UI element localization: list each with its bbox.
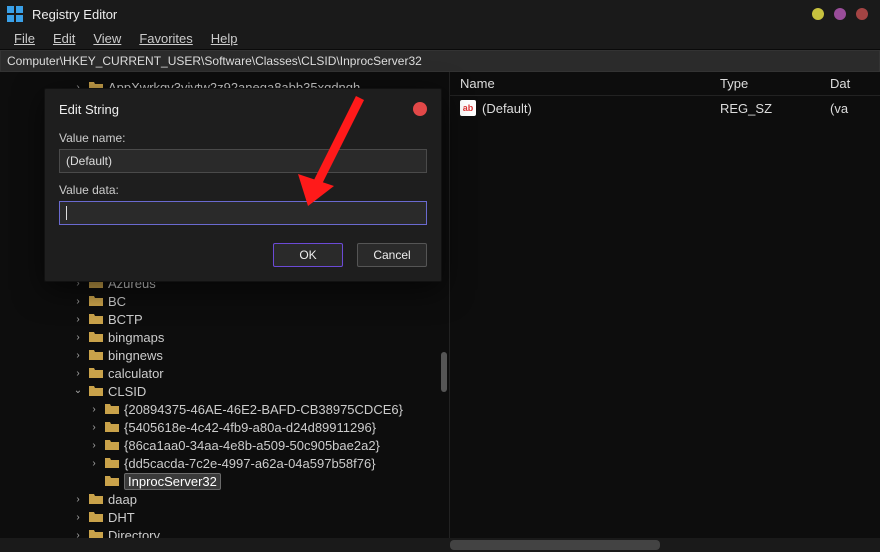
text-cursor xyxy=(66,206,67,220)
menu-favorites[interactable]: Favorites xyxy=(131,29,200,48)
col-header-type[interactable]: Type xyxy=(710,76,820,91)
tree-item-inprocserver32[interactable]: InprocServer32 xyxy=(4,472,445,490)
menu-file[interactable]: File xyxy=(6,29,43,48)
folder-icon xyxy=(88,510,104,524)
chevron-right-icon: › xyxy=(72,368,84,379)
folder-icon xyxy=(88,366,104,380)
value-type: REG_SZ xyxy=(710,101,820,116)
folder-icon xyxy=(104,474,120,488)
chevron-right-icon: › xyxy=(72,512,84,523)
address-bar[interactable]: Computer\HKEY_CURRENT_USER\Software\Clas… xyxy=(0,50,880,72)
tree-item[interactable]: ›{20894375-46AE-46E2-BAFD-CB38975CDCE6} xyxy=(4,400,445,418)
values-header: Name Type Dat xyxy=(450,72,880,96)
ok-button[interactable]: OK xyxy=(273,243,343,267)
titlebar: Registry Editor xyxy=(0,0,880,28)
folder-icon xyxy=(104,420,120,434)
edit-string-dialog: Edit String Value name: Value data: OK C… xyxy=(44,88,442,282)
tree-item[interactable]: ›BCTP xyxy=(4,310,445,328)
chevron-right-icon: › xyxy=(88,404,100,415)
value-row[interactable]: ab (Default) REG_SZ (va xyxy=(450,96,880,120)
folder-icon xyxy=(104,402,120,416)
folder-icon xyxy=(104,456,120,470)
chevron-right-icon: › xyxy=(72,494,84,505)
tree-item[interactable]: ›{5405618e-4c42-4fb9-a80a-d24d89911296} xyxy=(4,418,445,436)
maximize-button[interactable] xyxy=(834,8,846,20)
tree-item[interactable]: ›daap xyxy=(4,490,445,508)
scrollbar-thumb[interactable] xyxy=(441,352,447,392)
folder-icon xyxy=(88,330,104,344)
col-header-name[interactable]: Name xyxy=(450,76,710,91)
chevron-right-icon: › xyxy=(88,440,100,451)
menu-view[interactable]: View xyxy=(85,29,129,48)
window-title: Registry Editor xyxy=(32,7,117,22)
value-data-input[interactable] xyxy=(59,201,427,225)
value-name-label: Value name: xyxy=(59,131,427,145)
tree-item[interactable]: ›{86ca1aa0-34aa-4e8b-a509-50c905bae2a2} xyxy=(4,436,445,454)
chevron-right-icon: › xyxy=(72,296,84,307)
value-name-input[interactable] xyxy=(59,149,427,173)
regedit-icon xyxy=(6,5,24,23)
hscroll-thumb[interactable] xyxy=(450,540,660,550)
chevron-right-icon: › xyxy=(72,314,84,325)
values-pane: Name Type Dat ab (Default) REG_SZ (va xyxy=(450,72,880,552)
value-data: (va xyxy=(820,101,880,116)
tree-item-clsid[interactable]: ⌄ CLSID xyxy=(4,382,445,400)
tree-item[interactable]: ›BC xyxy=(4,292,445,310)
chevron-right-icon: › xyxy=(72,350,84,361)
value-name: (Default) xyxy=(482,101,532,116)
tree-item[interactable]: ›calculator xyxy=(4,364,445,382)
tree-item[interactable]: ›bingmaps xyxy=(4,328,445,346)
folder-icon xyxy=(88,492,104,506)
folder-icon xyxy=(104,438,120,452)
value-data-label: Value data: xyxy=(59,183,427,197)
menubar: File Edit View Favorites Help xyxy=(0,28,880,50)
dialog-title: Edit String xyxy=(59,102,119,117)
tree-item[interactable]: ›{dd5cacda-7c2e-4997-a62a-04a597b58f76} xyxy=(4,454,445,472)
folder-icon xyxy=(88,312,104,326)
cancel-button[interactable]: Cancel xyxy=(357,243,427,267)
string-value-icon: ab xyxy=(460,100,476,116)
folder-icon xyxy=(88,384,104,398)
chevron-right-icon: › xyxy=(72,332,84,343)
minimize-button[interactable] xyxy=(812,8,824,20)
chevron-right-icon: › xyxy=(88,458,100,469)
chevron-right-icon: › xyxy=(88,422,100,433)
chevron-down-icon: ⌄ xyxy=(72,385,84,396)
window-controls xyxy=(812,8,874,20)
tree-scrollbar[interactable] xyxy=(441,272,447,532)
menu-edit[interactable]: Edit xyxy=(45,29,83,48)
close-button[interactable] xyxy=(856,8,868,20)
folder-icon xyxy=(88,294,104,308)
col-header-data[interactable]: Dat xyxy=(820,76,880,91)
dialog-close-icon[interactable] xyxy=(413,102,427,116)
tree-item[interactable]: ›bingnews xyxy=(4,346,445,364)
folder-icon xyxy=(88,348,104,362)
tree-item[interactable]: ›DHT xyxy=(4,508,445,526)
address-text: Computer\HKEY_CURRENT_USER\Software\Clas… xyxy=(7,54,422,68)
menu-help[interactable]: Help xyxy=(203,29,246,48)
horizontal-scrollbar[interactable] xyxy=(0,538,880,552)
